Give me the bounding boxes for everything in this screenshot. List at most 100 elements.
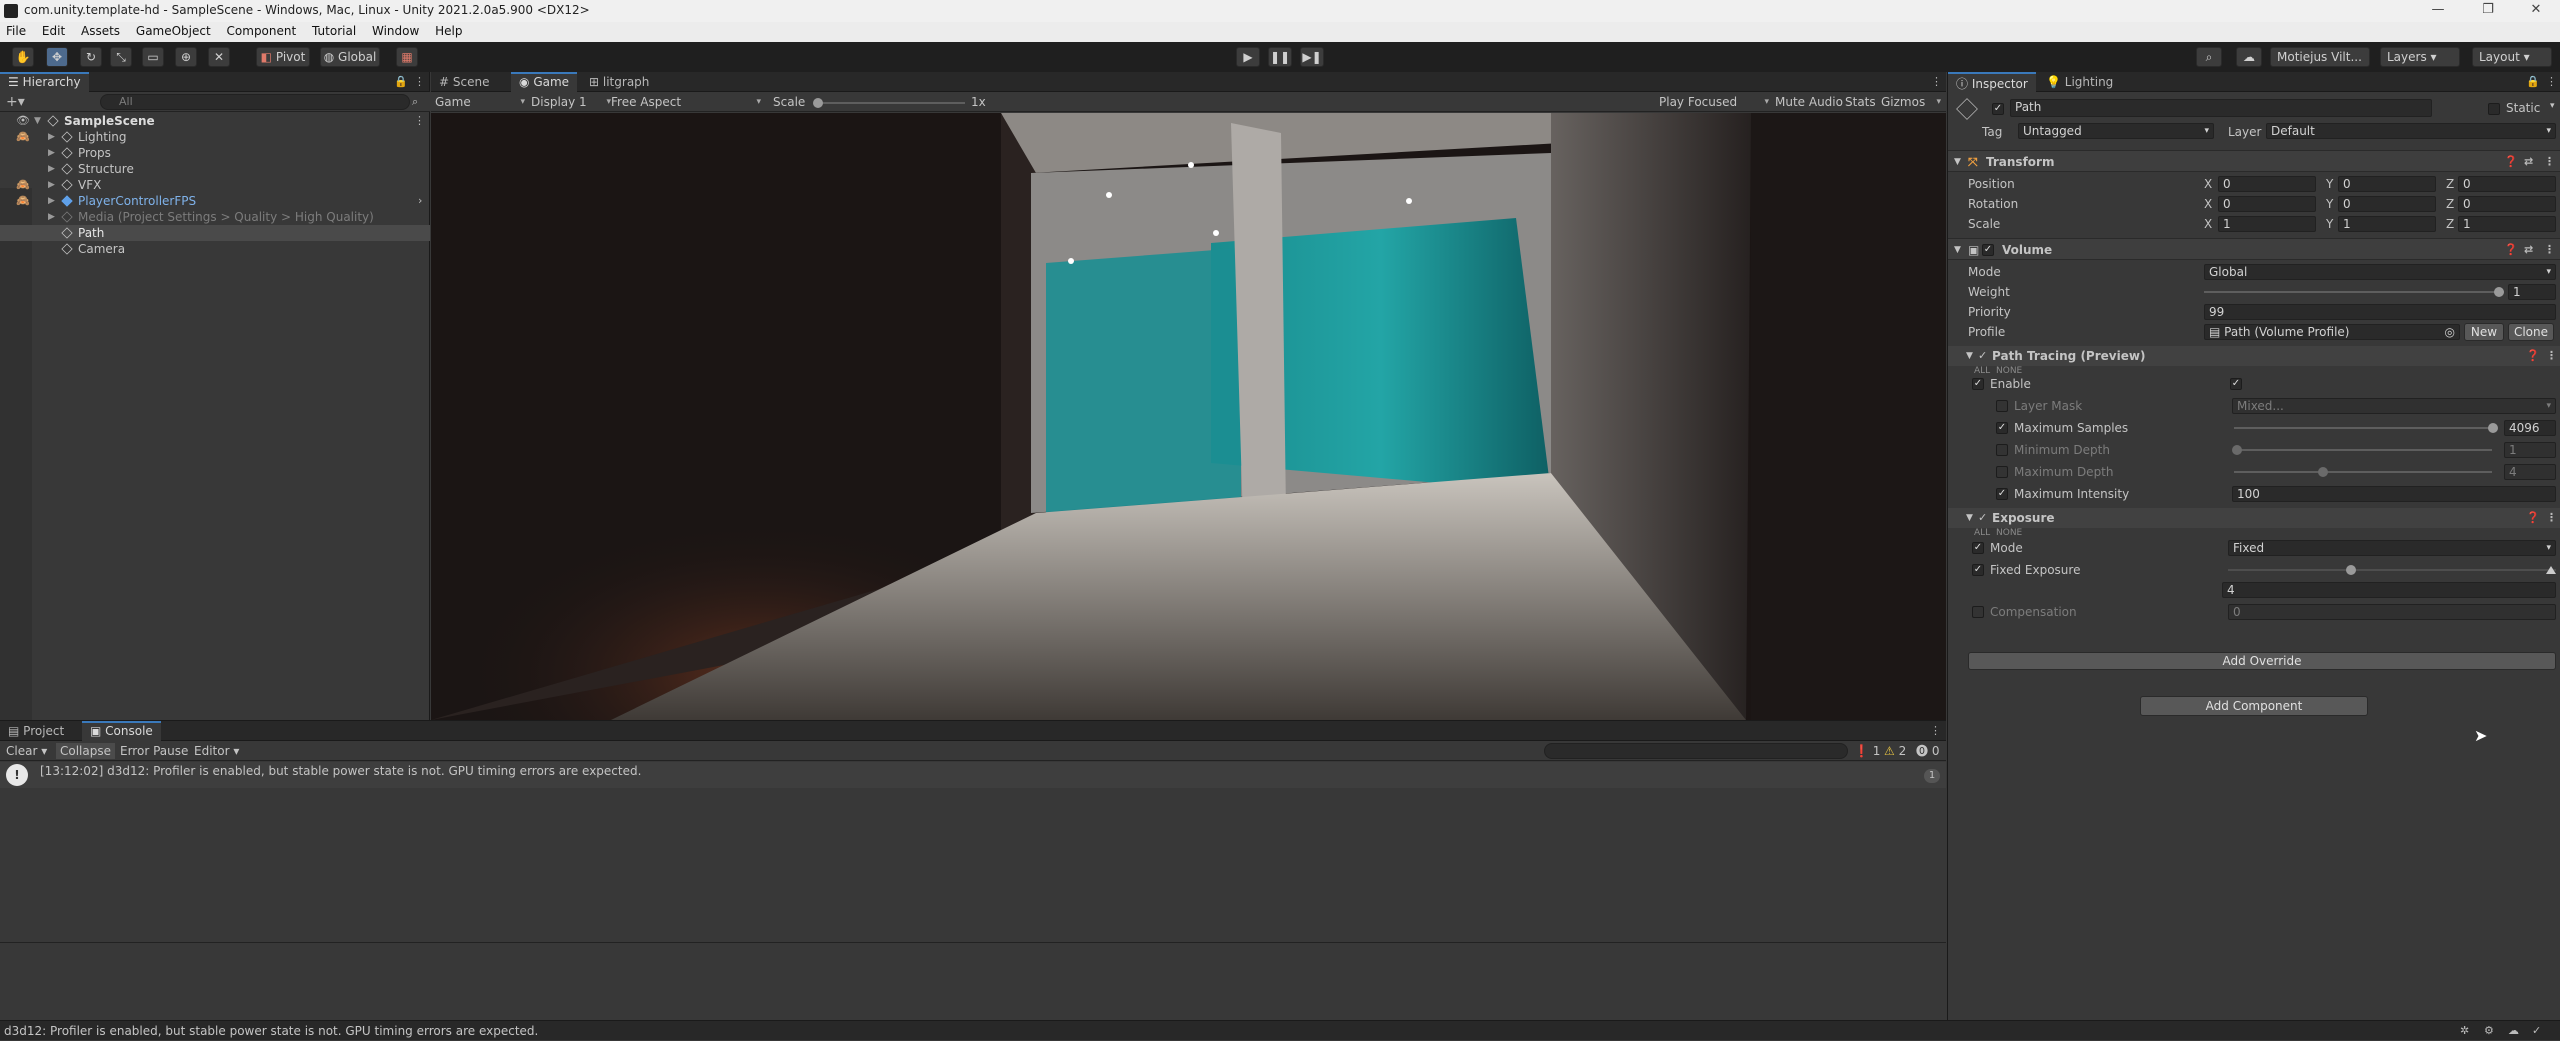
cloud-icon[interactable]: ☁ <box>2236 47 2262 67</box>
tab-scene[interactable]: # Scene <box>431 72 497 92</box>
hierarchy-item[interactable]: ▶ Props <box>0 145 430 161</box>
pt-enable-checkbox[interactable]: ✓ <box>2230 378 2242 390</box>
help-icon[interactable]: ❓ <box>2504 239 2518 261</box>
menu-gameobject[interactable]: GameObject <box>130 22 217 38</box>
min-depth-slider-knob[interactable] <box>2232 445 2242 455</box>
preset-icon[interactable]: ⇄ <box>2524 239 2533 261</box>
kebab-menu-icon[interactable]: ⋮ <box>2546 508 2557 528</box>
kebab-menu-icon[interactable]: ⋮ <box>2546 346 2557 366</box>
override-checkbox[interactable] <box>1996 400 2008 412</box>
override-checkbox[interactable]: ✓ <box>1996 422 2008 434</box>
max-depth-input[interactable]: 4 <box>2504 464 2556 480</box>
kebab-menu-icon[interactable]: ⋮ <box>414 75 425 88</box>
volume-enabled-checkbox[interactable]: ✓ <box>1982 244 1994 256</box>
kebab-menu-icon[interactable]: ⋮ <box>2544 239 2555 261</box>
lock-icon[interactable]: 🔒 <box>394 75 408 88</box>
visibility-icon[interactable]: 👁 <box>16 113 30 129</box>
pivot-toggle[interactable]: ◧ Pivot <box>256 47 310 67</box>
game-viewport[interactable] <box>431 113 1946 720</box>
hierarchy-item[interactable]: 🙈 ▶ PlayerControllerFPS › <box>0 193 430 209</box>
custom-tool-icon[interactable]: ✕ <box>208 47 230 67</box>
layout-dropdown[interactable]: Layout ▾ <box>2472 47 2552 67</box>
account-dropdown[interactable]: Motiejus Vilt... ▾ <box>2270 47 2370 82</box>
console-log-row[interactable]: ! [13:12:02] d3d12: Profiler is enabled,… <box>0 762 1946 788</box>
kebab-menu-icon[interactable]: ⋮ <box>1930 724 1941 737</box>
expand-arrow-icon[interactable]: ▶ <box>48 193 55 209</box>
add-component-button[interactable]: Add Component <box>2140 696 2368 716</box>
clear-button[interactable]: Clear ▾ <box>2 743 51 759</box>
global-toggle[interactable]: ◍ Global <box>320 47 380 67</box>
debug-icon[interactable]: ⚙ <box>2484 1021 2494 1041</box>
collapse-toggle[interactable]: Collapse <box>56 743 115 759</box>
max-intensity-input[interactable]: 100 <box>2232 486 2556 502</box>
tab-hierarchy[interactable]: ☰ Hierarchy <box>0 72 89 92</box>
cache-server-icon[interactable]: ☁ <box>2508 1021 2519 1041</box>
fixed-exposure-slider-track[interactable] <box>2228 569 2556 571</box>
override-checkbox[interactable]: ✓ <box>1972 378 1984 390</box>
move-tool-icon[interactable]: ✥ <box>46 47 68 67</box>
mute-audio-toggle[interactable]: Mute Audio <box>1775 94 1843 110</box>
exposure-mode-dropdown[interactable]: Fixed ▾ <box>2228 540 2556 556</box>
max-samples-slider-knob[interactable] <box>2488 423 2498 433</box>
collab-icon[interactable]: ✓ <box>2532 1021 2541 1041</box>
hierarchy-item[interactable]: 🙈 ▶ Lighting <box>0 129 430 145</box>
tag-dropdown[interactable]: Untagged ▾ <box>2018 123 2214 139</box>
lighting-progress-icon[interactable]: ✲ <box>2460 1021 2469 1041</box>
compensation-input[interactable]: 0 <box>2228 604 2556 620</box>
active-checkbox[interactable]: ✓ <box>1992 103 2004 115</box>
enabled-check-icon[interactable]: ✓ <box>1978 346 1987 366</box>
status-message[interactable]: d3d12: Profiler is enabled, but stable p… <box>4 1021 538 1041</box>
tab-game[interactable]: ◉ Game <box>511 72 578 92</box>
transform-tool-icon[interactable]: ⊕ <box>175 47 197 67</box>
position-z-input[interactable]: 0 <box>2458 176 2556 192</box>
layer-dropdown[interactable]: Default ▾ <box>2266 123 2556 139</box>
chevron-right-icon[interactable]: › <box>418 193 422 209</box>
menu-tutorial[interactable]: Tutorial <box>306 22 362 38</box>
volume-header[interactable]: ▼ ▣ ✓ Volume ❓ ⇄ ⋮ <box>1948 238 2560 260</box>
exposure-header[interactable]: ▼ ✓ Exposure ❓ ⋮ <box>1948 508 2560 528</box>
menu-assets[interactable]: Assets <box>75 22 126 38</box>
visibility-icon[interactable]: 🙈 <box>16 129 30 145</box>
chevron-down-icon[interactable]: ▾ <box>2550 101 2555 111</box>
tab-project[interactable]: ▤ Project <box>0 721 72 741</box>
scene-menu-icon[interactable]: ⋮ <box>414 113 425 129</box>
lock-icon[interactable]: 🔒 <box>2526 75 2540 88</box>
min-depth-input[interactable]: 1 <box>2504 442 2556 458</box>
kebab-menu-icon[interactable]: ⋮ <box>2544 151 2555 173</box>
scale-z-input[interactable]: 1 <box>2458 216 2556 232</box>
error-pause-toggle[interactable]: Error Pause <box>116 743 192 759</box>
override-checkbox[interactable]: ✓ <box>1972 542 1984 554</box>
transform-header[interactable]: ▼ ⤧ Transform ❓ ⇄ ⋮ <box>1948 150 2560 172</box>
position-x-input[interactable]: 0 <box>2218 176 2316 192</box>
error-filter-toggle[interactable]: ⓿ 0 <box>1912 743 1943 759</box>
rotation-x-input[interactable]: 0 <box>2218 196 2316 212</box>
hierarchy-item[interactable]: ▶ Structure <box>0 161 430 177</box>
scale-y-input[interactable]: 1 <box>2338 216 2436 232</box>
layer-mask-dropdown[interactable]: Mixed... ▾ <box>2232 398 2556 414</box>
add-override-button[interactable]: Add Override <box>1968 652 2556 670</box>
static-checkbox[interactable] <box>2488 103 2500 115</box>
tab-lighting[interactable]: 💡 Lighting <box>2038 72 2121 92</box>
weight-input[interactable]: 1 <box>2508 284 2556 300</box>
menu-component[interactable]: Component <box>221 22 303 38</box>
object-name-input[interactable]: Path <box>2010 99 2432 117</box>
scene-row[interactable]: 👁 ▼ SampleScene ⋮ <box>0 113 430 129</box>
all-overrides-link[interactable]: ALL <box>1974 528 1990 538</box>
rotation-y-input[interactable]: 0 <box>2338 196 2436 212</box>
help-icon[interactable]: ❓ <box>2526 508 2540 528</box>
override-checkbox[interactable] <box>1972 606 1984 618</box>
console-search-input[interactable] <box>1544 743 1848 759</box>
scale-slider-knob[interactable] <box>813 98 823 108</box>
game-mode-dropdown[interactable]: Game <box>435 94 525 110</box>
kebab-menu-icon[interactable]: ⋮ <box>1931 75 1942 88</box>
fixed-exposure-slider-knob[interactable] <box>2346 565 2356 575</box>
menu-file[interactable]: File <box>0 22 32 38</box>
maximize-button[interactable]: ❐ <box>2466 2 2510 20</box>
hierarchy-item[interactable]: Path <box>0 225 430 241</box>
position-y-input[interactable]: 0 <box>2338 176 2436 192</box>
max-depth-slider-track[interactable] <box>2234 471 2492 473</box>
expand-arrow-icon[interactable]: ▼ <box>34 113 41 129</box>
rotate-tool-icon[interactable]: ↻ <box>80 47 102 67</box>
add-icon[interactable]: +▾ <box>6 94 25 110</box>
expand-arrow-icon[interactable]: ▶ <box>48 177 55 193</box>
